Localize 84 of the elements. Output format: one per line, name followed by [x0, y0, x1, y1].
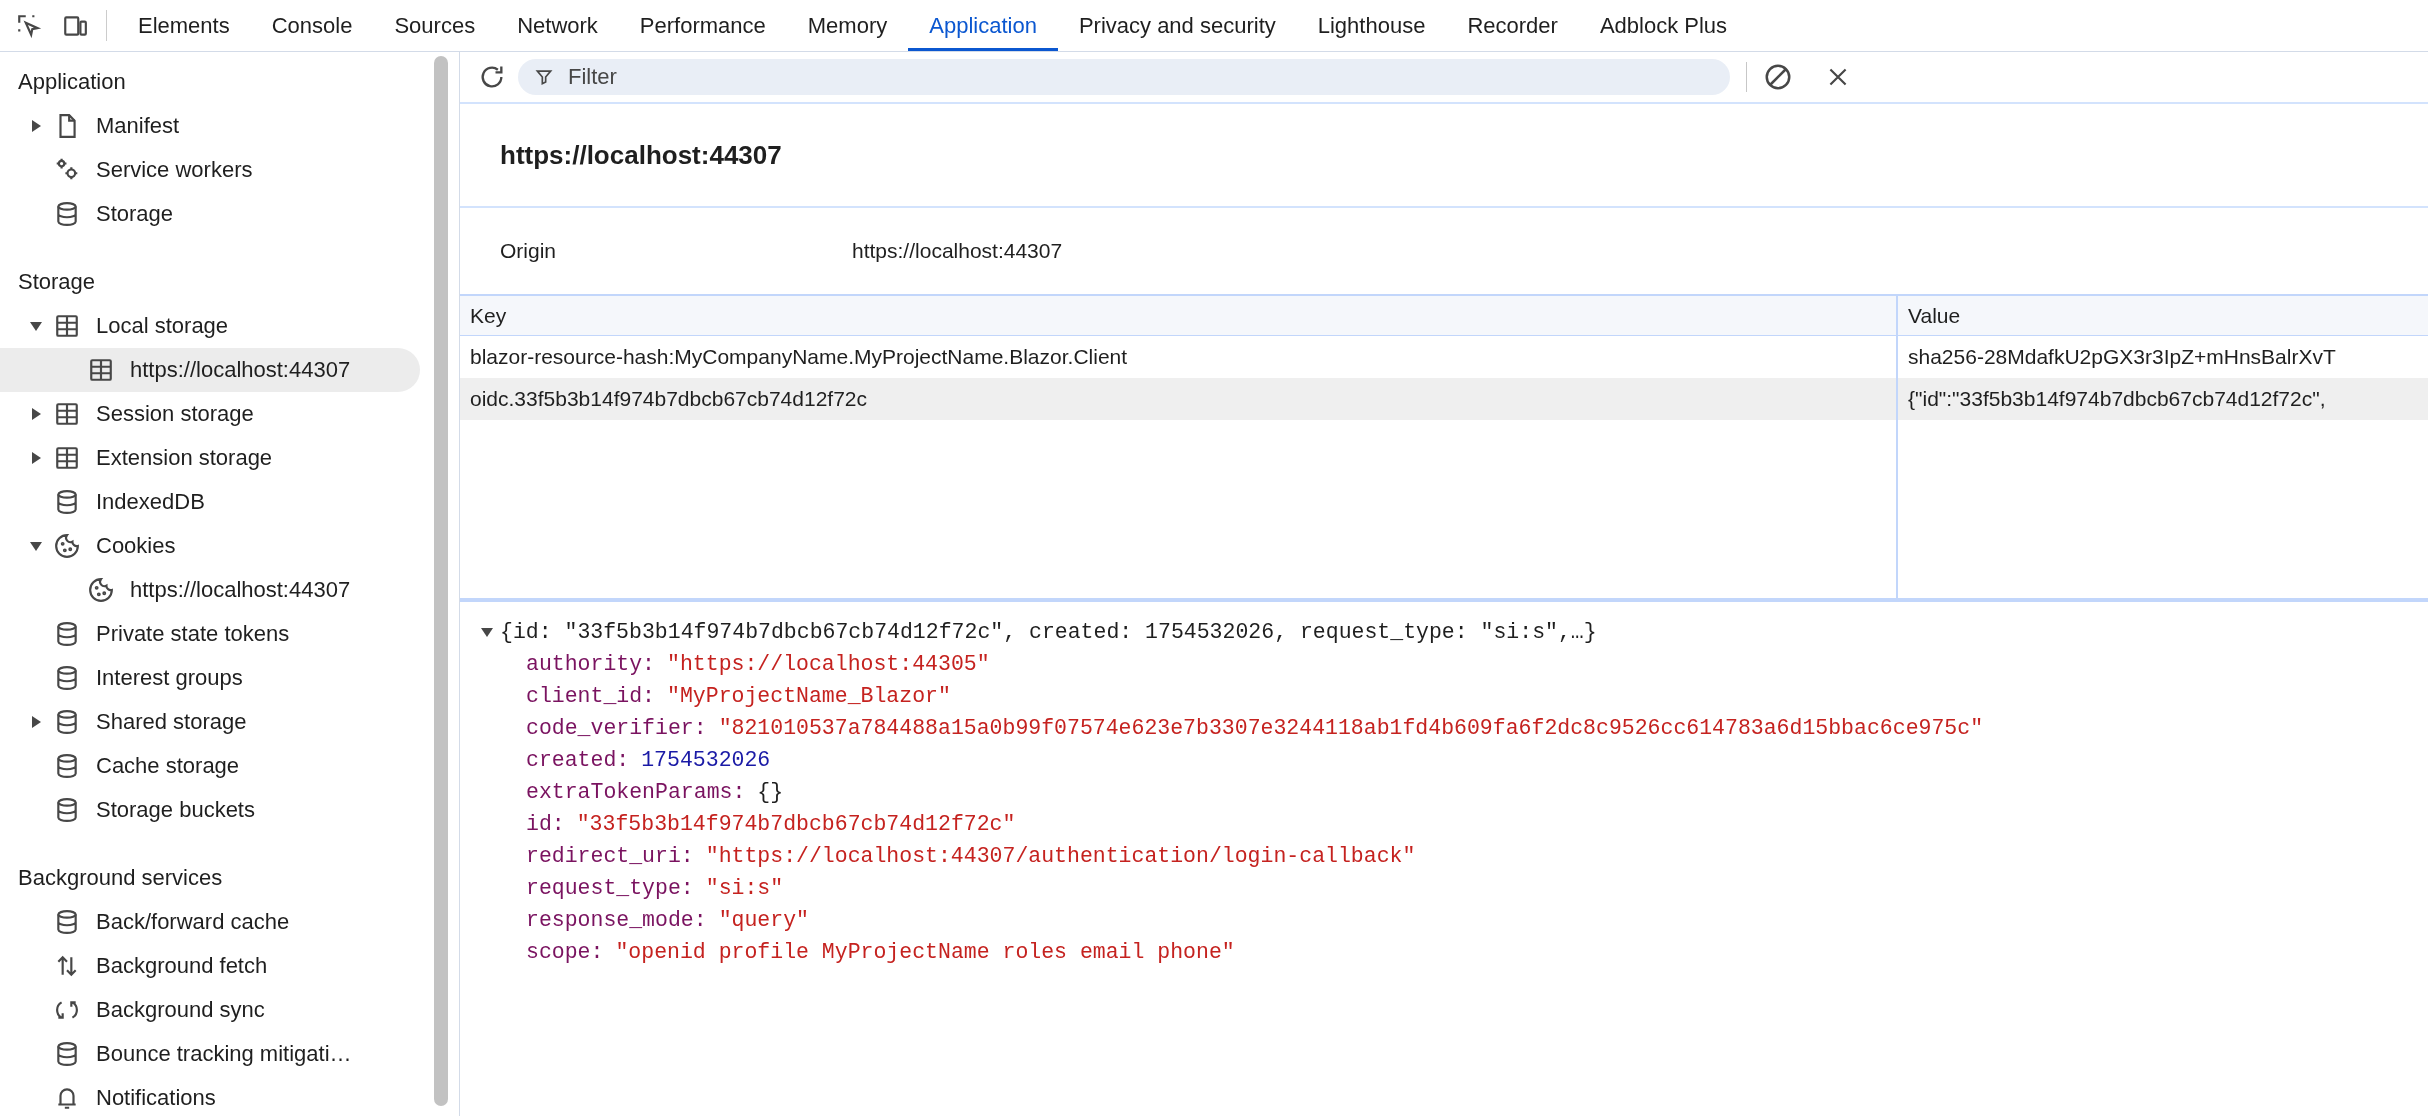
sidebar-item[interactable]: Local storage	[0, 304, 420, 348]
scrollbar[interactable]	[434, 56, 448, 1106]
sidebar-item[interactable]: Notifications	[0, 1076, 420, 1116]
section-heading: Storage	[17, 268, 97, 296]
tab[interactable]: Lighthouse	[1296, 0, 1447, 51]
tab[interactable]: Memory	[786, 0, 909, 51]
sidebar-item[interactable]: Manifest	[0, 104, 420, 148]
property-key: authority:	[526, 652, 656, 676]
sidebar-item[interactable]: Back/forward cache	[0, 900, 420, 944]
property-value: "33f5b3b14f974b7dbcb67cb74d12f72c"	[576, 812, 1016, 836]
tab[interactable]: Console	[250, 0, 374, 51]
inspect-element-icon[interactable]	[16, 12, 42, 39]
tab[interactable]: Application	[908, 0, 1058, 51]
sidebar-item[interactable]: Background sync	[0, 988, 420, 1032]
origin-title: https://localhost:44307	[460, 104, 2428, 208]
property-value: 1754532026	[641, 748, 771, 772]
sidebar-item[interactable]: Extension storage	[0, 436, 420, 480]
sidebar-item[interactable]: IndexedDB	[0, 480, 420, 524]
property-value: "821010537a784488a15a0b99f07574e623e7b3307e3244118ab1fd4b609fa6f2dc8c9526cc614783a6d15bbac6ce975c"	[718, 716, 1984, 740]
section-heading: Application	[17, 68, 127, 96]
filter-icon	[534, 67, 554, 87]
sidebar-item[interactable]: Background fetch	[0, 944, 420, 988]
property-value: "MyProjectName_Blazor"	[667, 684, 951, 708]
table-icon	[88, 357, 114, 383]
property-value: "https://localhost:44305"	[667, 652, 990, 676]
sidebar-item[interactable]: Bounce tracking mitigati…	[0, 1032, 420, 1076]
database-icon	[54, 201, 80, 227]
sidebar-item[interactable]: https://localhost:44307	[0, 568, 420, 612]
origin-value: https://localhost:44307	[852, 239, 1063, 263]
database-icon	[54, 1041, 80, 1067]
property-key: scope:	[526, 940, 604, 964]
property-key: response_mode:	[526, 908, 707, 932]
property-key: request_type:	[526, 876, 694, 900]
tab[interactable]: Adblock Plus	[1578, 0, 1749, 51]
cookie-icon	[88, 577, 114, 603]
sidebar-item[interactable]: Session storage	[0, 392, 420, 436]
database-icon	[54, 797, 80, 823]
property-key: extraTokenParams:	[526, 780, 746, 804]
table-cell[interactable]: oidc.33f5b3b14f974b7dbcb67cb74d12f72c	[460, 378, 1896, 420]
tab[interactable]: Performance	[618, 0, 787, 51]
property-key: client_id:	[526, 684, 656, 708]
sidebar-item[interactable]: Cache storage	[0, 744, 420, 788]
sidebar-item[interactable]: https://localhost:44307	[0, 348, 420, 392]
filter-field[interactable]: Filter	[518, 59, 1730, 95]
section-heading: Background services	[17, 864, 224, 892]
property-key: id:	[526, 812, 565, 836]
property-value: "si:s"	[705, 876, 784, 900]
property-value: {}	[757, 780, 784, 804]
database-icon	[54, 665, 80, 691]
tab[interactable]: Sources	[373, 0, 497, 51]
table-icon	[54, 313, 80, 339]
sidebar-item[interactable]: Shared storage	[0, 700, 420, 744]
sidebar-item[interactable]: Private state tokens	[0, 612, 420, 656]
tab[interactable]: Privacy and security	[1057, 0, 1297, 51]
cookie-icon	[54, 533, 80, 559]
property-key: redirect_uri:	[526, 844, 694, 868]
table-icon	[54, 401, 80, 427]
property-key: code_verifier:	[526, 716, 707, 740]
property-value: "query"	[718, 908, 809, 932]
object-summary: {id: "33f5b3b14f974b7dbcb67cb74d12f72c", created: 1754532026, request_type: "si:s",…}	[500, 620, 1597, 644]
sidebar-item[interactable]: Cookies	[0, 524, 420, 568]
sidebar-item[interactable]: Interest groups	[0, 656, 420, 700]
table-cell[interactable]: blazor-resource-hash:MyCompanyName.MyProjectName.Blazor.Client	[460, 336, 1896, 378]
sidebar-item[interactable]: Storage	[0, 192, 420, 236]
column-header[interactable]: Key	[460, 296, 1896, 336]
database-icon	[54, 621, 80, 647]
database-icon	[54, 489, 80, 515]
database-icon	[54, 709, 80, 735]
table-icon	[54, 445, 80, 471]
property-value: "openid profile MyProjectName roles email phone"	[615, 940, 1235, 964]
tab[interactable]: Elements	[117, 0, 251, 51]
origin-label: Origin	[500, 239, 558, 263]
sidebar-item[interactable]: Service workers	[0, 148, 420, 192]
property-value: "https://localhost:44307/authentication/login-callback"	[705, 844, 1416, 868]
expand-arrow-icon[interactable]	[480, 626, 494, 638]
database-icon	[54, 909, 80, 935]
table-cell[interactable]: {"id":"33f5b3b14f974b7dbcb67cb74d12f72c",	[1896, 378, 2428, 420]
database-icon	[54, 753, 80, 779]
property-key: created:	[526, 748, 630, 772]
sidebar-item[interactable]: Storage buckets	[0, 788, 420, 832]
tab[interactable]: Recorder	[1446, 0, 1579, 51]
tab[interactable]: Network	[496, 0, 619, 51]
column-header[interactable]: Value	[1896, 296, 2428, 336]
clear-icon[interactable]	[1763, 62, 1793, 92]
